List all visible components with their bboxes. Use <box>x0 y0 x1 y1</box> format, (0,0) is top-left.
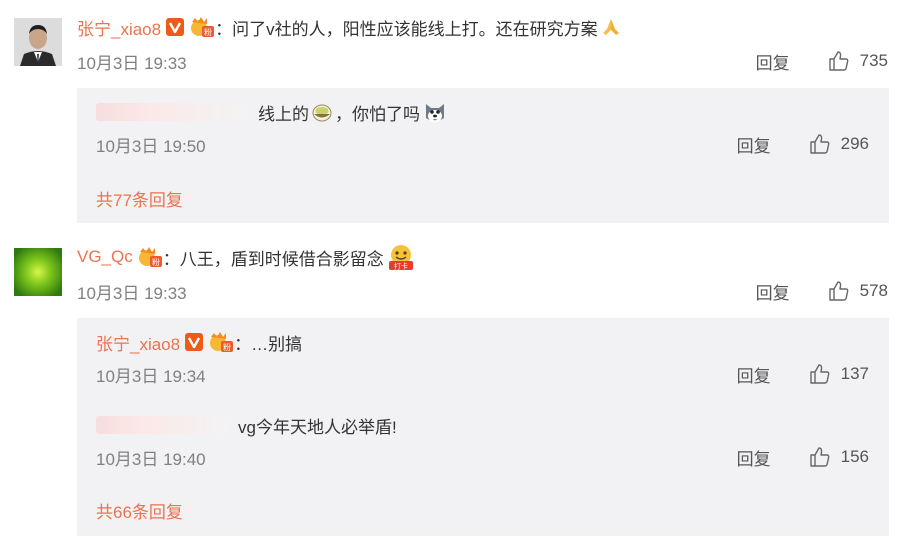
separator: ： <box>234 334 252 354</box>
reply-text: ，你怕了吗 <box>335 104 420 124</box>
reply-text: 线上的 <box>258 104 309 124</box>
reply-meta: 10月3日 19:34 回复 137 <box>96 361 869 387</box>
view-more-replies-link[interactable]: 共66条回复 <box>96 498 183 523</box>
username-link[interactable]: VG_Qc <box>77 247 133 267</box>
fan-badge-icon[interactable]: 粉 <box>208 331 234 353</box>
like-count: 578 <box>859 281 888 300</box>
comment-content: VG_Qc 粉 ： 八王，盾到时候借合影留念 打卡 <box>77 243 418 271</box>
reply-text: …别搞 <box>251 334 303 354</box>
reply-button[interactable]: 回复 <box>756 49 790 74</box>
username-link[interactable]: 张宁_xiao8 <box>77 15 161 40</box>
comment-content: 张宁_xiao8 粉 ： 问了v社的人，阳性应该能线上打。还在研究方案 <box>77 13 624 41</box>
fan-badge-icon[interactable]: 粉 <box>137 246 163 268</box>
comment-meta: 10月3日 19:33 回复 578 <box>77 278 888 304</box>
thumbs-up-icon <box>828 281 848 301</box>
svg-text:粉: 粉 <box>223 342 231 352</box>
verified-v-icon[interactable] <box>184 332 204 352</box>
reply-box: 线上的 ，你怕了吗 10月3日 19:50 回复 296 共77条回复 <box>77 88 889 223</box>
thumbs-up-icon <box>809 134 829 154</box>
like-button[interactable]: 156 <box>809 446 869 468</box>
reply-content: 张宁_xiao8 粉 ： …别搞 <box>96 328 302 356</box>
comment-meta: 10月3日 19:33 回复 735 <box>77 48 888 74</box>
blurred-username[interactable] <box>96 103 246 121</box>
avatar[interactable] <box>14 18 62 66</box>
reply-button[interactable]: 回复 <box>737 132 771 157</box>
reply-content: 线上的 ，你怕了吗 <box>96 98 450 126</box>
like-count: 156 <box>840 447 869 466</box>
reply-time: 10月3日 19:40 <box>96 449 206 469</box>
reply-text: vg今年天地人必举盾! <box>238 417 397 437</box>
reply-button[interactable]: 回复 <box>756 279 790 304</box>
reply-button[interactable]: 回复 <box>737 445 771 470</box>
blurred-username[interactable] <box>96 416 226 434</box>
comment-time: 10月3日 19:33 <box>77 283 187 303</box>
svg-text:粉: 粉 <box>152 257 160 267</box>
reply-time: 10月3日 19:34 <box>96 366 206 386</box>
like-button[interactable]: 735 <box>828 50 888 72</box>
fan-badge-icon[interactable]: 粉 <box>189 16 215 38</box>
reply-meta: 10月3日 19:40 回复 156 <box>96 444 869 470</box>
like-count: 296 <box>840 134 869 153</box>
verified-v-icon[interactable] <box>165 17 185 37</box>
husky-emoji <box>422 99 448 125</box>
like-button[interactable]: 137 <box>809 363 869 385</box>
thumbs-up-icon <box>828 51 848 71</box>
comment-item: VG_Qc 粉 ： 八王，盾到时候借合影留念 打卡 10月3日 19:33 回复… <box>0 230 908 543</box>
reply-item: 张宁_xiao8 粉 ： …别搞 10月3日 19:34 回复 137 <box>96 328 869 388</box>
svg-text:打卡: 打卡 <box>394 262 408 271</box>
like-count: 735 <box>859 51 888 70</box>
reply-box: 张宁_xiao8 粉 ： …别搞 10月3日 19:34 回复 137 vg今年… <box>77 318 889 536</box>
separator: ： <box>162 249 180 269</box>
bowl-emoji <box>311 101 333 123</box>
reply-time: 10月3日 19:50 <box>96 136 206 156</box>
thumbs-up-icon <box>809 364 829 384</box>
like-button[interactable]: 578 <box>828 280 888 302</box>
pray-emoji <box>600 16 622 38</box>
thumbs-up-icon <box>809 447 829 467</box>
username-link[interactable]: 张宁_xiao8 <box>96 330 180 355</box>
reply-content: vg今年天地人必举盾! <box>96 411 397 439</box>
reply-meta: 10月3日 19:50 回复 296 <box>96 131 869 157</box>
reply-item: vg今年天地人必举盾! 10月3日 19:40 回复 156 <box>96 411 869 471</box>
comment-text: 八王，盾到时候借合影留念 <box>179 249 384 269</box>
separator: ： <box>215 19 233 39</box>
reply-button[interactable]: 回复 <box>737 362 771 387</box>
avatar[interactable] <box>14 248 62 296</box>
like-button[interactable]: 296 <box>809 133 869 155</box>
comment-item: 张宁_xiao8 粉 ： 问了v社的人，阳性应该能线上打。还在研究方案 10月3… <box>0 0 908 230</box>
like-count: 137 <box>840 364 869 383</box>
comment-text: 问了v社的人，阳性应该能线上打。还在研究方案 <box>232 19 598 39</box>
comment-time: 10月3日 19:33 <box>77 53 187 73</box>
daka-emoji: 打卡 <box>386 243 416 271</box>
view-more-replies-link[interactable]: 共77条回复 <box>96 186 183 211</box>
reply-item: 线上的 ，你怕了吗 10月3日 19:50 回复 296 <box>96 98 869 158</box>
svg-text:粉: 粉 <box>204 27 212 37</box>
